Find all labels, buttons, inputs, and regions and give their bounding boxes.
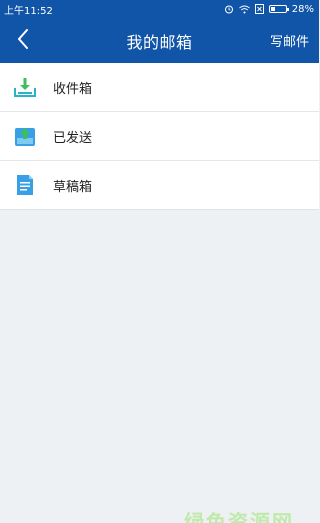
list-item-label: 草稿箱 bbox=[53, 179, 93, 195]
list-item-drafts[interactable]: 草稿箱 bbox=[0, 161, 319, 210]
battery-percent: 28% bbox=[291, 3, 314, 15]
list-item-label: 收件箱 bbox=[53, 81, 93, 97]
sent-upload-icon bbox=[14, 125, 36, 147]
list-item-label: 已发送 bbox=[53, 130, 93, 146]
status-time: 上午11:52 bbox=[4, 5, 53, 17]
wifi-icon bbox=[238, 5, 250, 14]
inbox-download-icon bbox=[14, 76, 36, 98]
mailbox-list: 收件箱 已发送 草稿箱 bbox=[0, 63, 319, 210]
nav-bar: 我的邮箱 写邮件 bbox=[0, 18, 319, 63]
list-item-inbox[interactable]: 收件箱 bbox=[0, 63, 319, 112]
draft-document-icon bbox=[14, 174, 36, 196]
list-item-sent[interactable]: 已发送 bbox=[0, 112, 319, 161]
battery-icon bbox=[268, 5, 289, 13]
status-bar: 上午11:52 28% bbox=[0, 0, 319, 18]
sim-icon bbox=[254, 4, 264, 14]
compose-mail-button[interactable]: 写邮件 bbox=[270, 18, 309, 63]
battery-level-fill bbox=[270, 7, 276, 11]
watermark: 绿色资源网 bbox=[184, 510, 294, 523]
alarm-icon bbox=[224, 4, 234, 14]
status-icons: 28% bbox=[224, 4, 314, 15]
